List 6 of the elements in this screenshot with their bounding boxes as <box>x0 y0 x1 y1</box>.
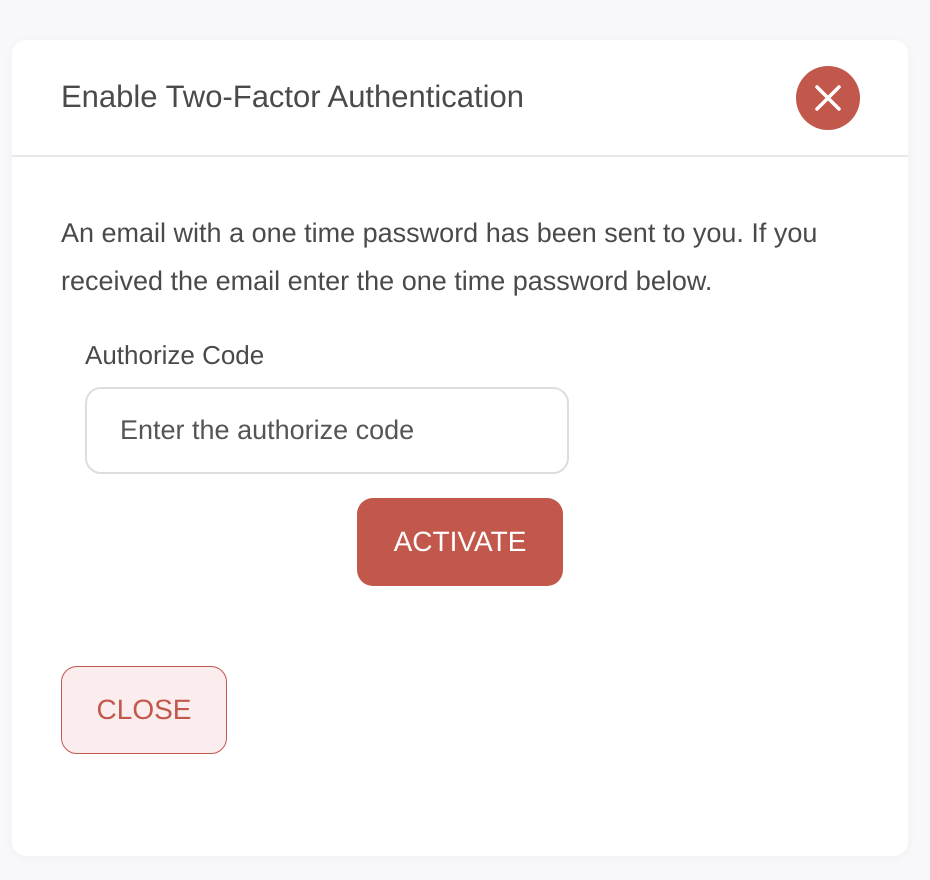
activate-button[interactable]: ACTIVATE <box>357 498 563 586</box>
dialog-title: Enable Two-Factor Authentication <box>61 78 524 116</box>
authorize-code-field[interactable]: Enter the authorize code <box>85 387 569 474</box>
close-button[interactable]: CLOSE <box>61 666 227 754</box>
instruction-text: An email with a one time password has been sent to you. If you received the email enter the one time password below. <box>61 217 818 298</box>
field-label: Authorize Code <box>85 339 266 372</box>
